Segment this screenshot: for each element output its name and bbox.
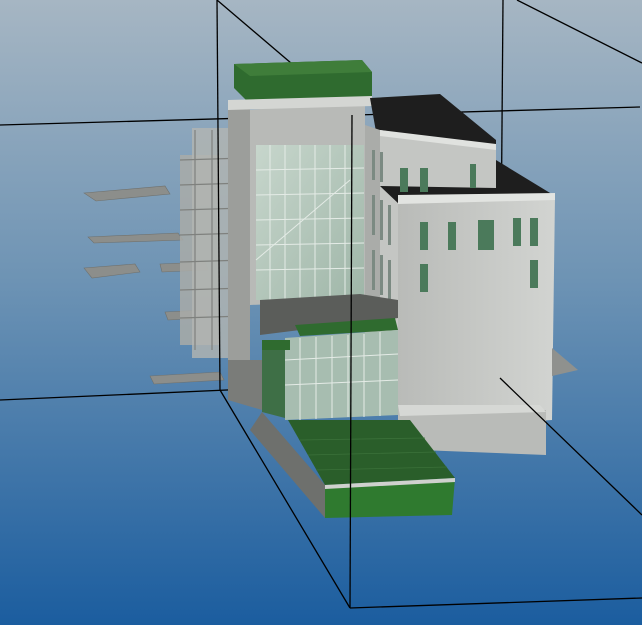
- 3d-viewport[interactable]: [0, 0, 642, 625]
- podium-glass: [285, 330, 398, 420]
- 3d-scene[interactable]: [0, 0, 642, 625]
- tower-left-wall: [228, 100, 250, 400]
- podium-left-glass: [262, 340, 285, 418]
